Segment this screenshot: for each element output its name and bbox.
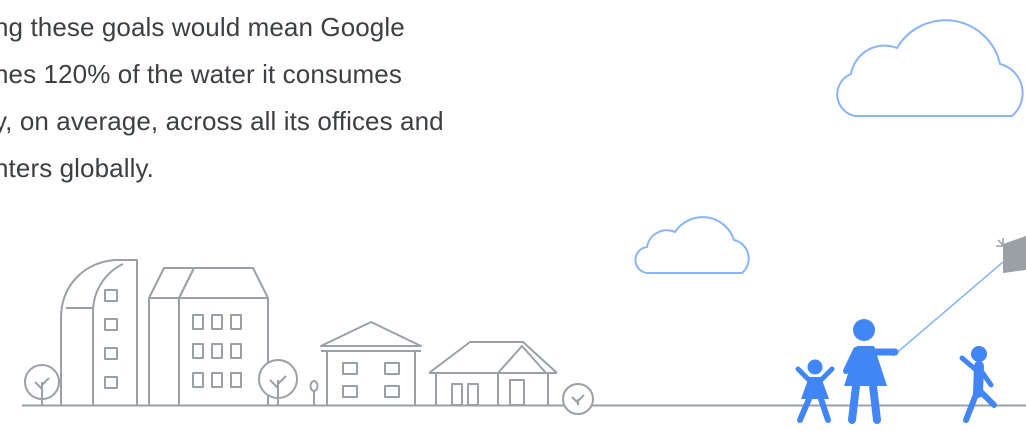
house-icon [428,341,558,406]
person-icon [959,346,997,423]
building-icon [60,259,138,405]
tree-icon [562,383,594,415]
small-cloud-icon [634,216,750,275]
building-icon [148,267,269,405]
person-icon [795,359,835,423]
house-icon [320,321,422,405]
kite-string [892,261,1004,357]
large-cloud-icon [836,19,1024,117]
lamp-post-icon [309,380,319,405]
city-park-illustration [22,19,1026,424]
kite-icon [996,236,1026,273]
tree-icon [24,364,60,405]
tree-icon [258,359,298,405]
